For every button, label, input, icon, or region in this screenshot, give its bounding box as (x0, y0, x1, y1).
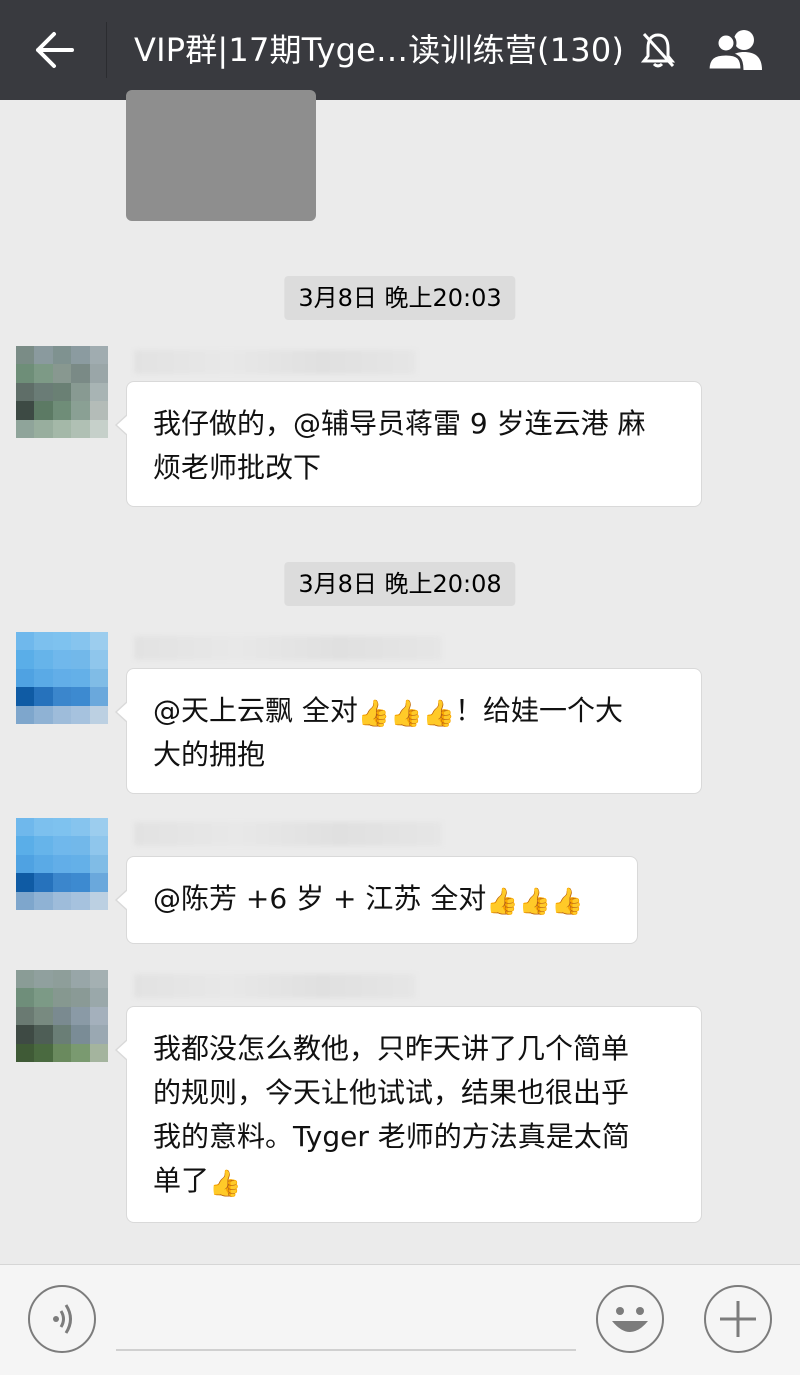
avatar[interactable] (16, 346, 108, 438)
thumbs-up-icon: 👍 (390, 699, 423, 729)
message-bubble[interactable]: 我都没怎么教他，只昨天讲了几个简单 的规则，今天让他试试，结果也很出乎 我的意料… (115, 1006, 702, 1223)
voice-input-icon (53, 1304, 72, 1334)
thumbs-up-icon: 👍 (357, 699, 391, 729)
chat-title: VIP群|17期Tyge…读训练营(130) (134, 31, 625, 69)
avatar[interactable] (16, 970, 108, 1062)
sender-nickname-blurred (134, 350, 416, 374)
message-text-line: 单了👍 (153, 1164, 242, 1199)
plus-icon (720, 1301, 756, 1337)
chat-header: VIP群|17期Tyge…读训练营(130) (0, 0, 800, 100)
thumbs-up-icon: 👍 (551, 887, 584, 917)
thumbs-up-icon: 👍 (209, 1169, 242, 1199)
thumbs-up-icon: 👍 (518, 887, 551, 917)
image-message-partial[interactable] (126, 90, 316, 221)
bell-muted-icon (640, 30, 676, 70)
plus-button[interactable] (704, 1285, 772, 1353)
thumbs-up-icon: 👍 (486, 887, 519, 917)
message-text-line: 我都没怎么教他，只昨天讲了几个简单 (153, 1032, 630, 1065)
avatar[interactable] (16, 818, 108, 910)
thumbs-up-icon: 👍 (422, 699, 456, 729)
back-button[interactable] (28, 26, 80, 74)
message-text-line: 我的意料。Tyger 老师的方法真是太简 (153, 1120, 630, 1153)
emoji-smiley-icon (612, 1307, 648, 1332)
message-bubble[interactable]: @陈芳 +6 岁 + 江苏 全对👍👍👍 (115, 856, 638, 944)
sender-nickname-blurred (134, 822, 442, 846)
message-text-line: 大的拥抱 (153, 738, 266, 771)
voice-input-button[interactable] (28, 1285, 96, 1353)
sender-nickname-blurred (134, 974, 416, 998)
header-divider (106, 22, 107, 78)
timestamp: 3月8日 晚上20:03 (284, 276, 516, 320)
message-text-line: 烦老师批改下 (153, 451, 322, 484)
input-bar (0, 1264, 800, 1375)
message-input[interactable] (116, 1349, 576, 1351)
message-text-line: 我仔做的，@辅导员蒋雷 9 岁连云港 麻 (153, 407, 646, 440)
group-members-icon (706, 30, 762, 72)
group-members-button[interactable] (704, 26, 770, 74)
avatar[interactable] (16, 632, 108, 724)
timestamp: 3月8日 晚上20:08 (284, 562, 516, 606)
arrow-left-icon (36, 32, 74, 68)
message-text-line: 的规则，今天让他试试，结果也很出乎 (153, 1076, 630, 1109)
message-text-line: @陈芳 +6 岁 + 江苏 全对👍👍👍 (153, 882, 584, 917)
message-bubble[interactable]: 我仔做的，@辅导员蒋雷 9 岁连云港 麻 烦老师批改下 (115, 381, 702, 507)
message-bubble[interactable]: @天上云飘 全对👍👍👍！给娃一个大 大的拥抱 (115, 668, 702, 794)
message-text-line: @天上云飘 全对👍👍👍！给娃一个大 (153, 694, 624, 729)
sender-nickname-blurred (134, 636, 442, 660)
emoji-button[interactable] (596, 1285, 664, 1353)
